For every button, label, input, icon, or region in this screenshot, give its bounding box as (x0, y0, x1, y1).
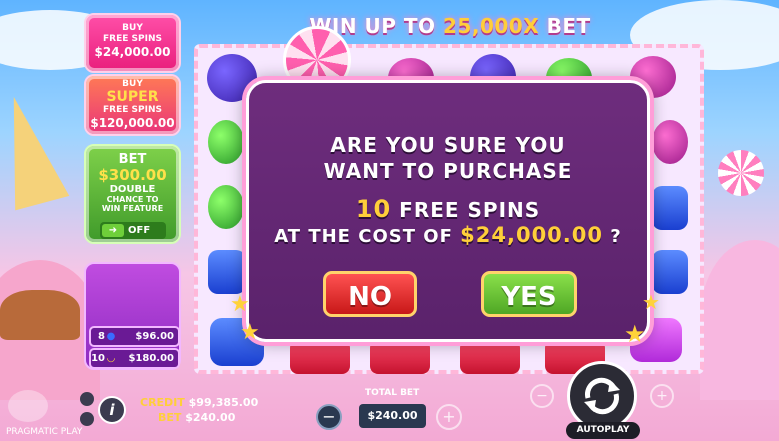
ante-bet-panel: BET $300.00 DOUBLE CHANCE TO WIN FEATURE… (84, 144, 181, 244)
blue-candy-symbol (208, 250, 246, 294)
buy-free-spins-button[interactable]: BUY FREE SPINS $24,000.00 (84, 13, 181, 73)
blue-candy-icon: ● (106, 331, 116, 342)
ante-bet-label: BET (118, 152, 147, 167)
buy-free-spins-price: $24,000.00 (94, 45, 171, 59)
red-heart-symbol (460, 340, 520, 374)
bet-readout: BET $240.00 (158, 411, 235, 424)
bet-decrease-button[interactable]: − (316, 404, 342, 430)
title-highlight: 25,000X (443, 14, 540, 38)
autoplay-label: AUTOPLAY (576, 425, 630, 435)
credit-value: $99,385.00 (188, 396, 259, 409)
dialog-line3: 10 FREE SPINS (249, 195, 647, 223)
plus-icon: + (442, 407, 456, 426)
minus-icon: − (322, 407, 336, 426)
quick-increase-button[interactable]: + (650, 384, 674, 408)
dialog-spins-label: FREE SPINS (391, 198, 541, 222)
star-icon: ★ (240, 320, 260, 345)
buy-free-spins-line2: FREE SPINS (103, 34, 162, 44)
settings-menu-icon[interactable] (80, 392, 94, 406)
blue-candy-symbol (652, 186, 688, 230)
red-heart-symbol (370, 340, 430, 374)
ante-line2: CHANCE TO (106, 195, 159, 204)
multiplier-panel: 8 ● $96.00 10 ◡ $180.00 (84, 262, 181, 370)
multiplier-row: 10 ◡ $180.00 (89, 348, 180, 369)
spin-arrows-icon (584, 377, 620, 415)
dialog-cost-prefix: AT THE COST OF (274, 226, 461, 247)
lollipop (718, 150, 764, 196)
total-bet-label: TOTAL BET (365, 388, 420, 398)
blue-candy-symbol (652, 250, 688, 294)
win-up-to-banner: WIN UP TO 25,000X BET (300, 14, 600, 44)
buy-super-free-spins-button[interactable]: BUY SUPER FREE SPINS $120,000.00 (84, 74, 181, 136)
dialog-cost-value: $24,000.00 (460, 223, 603, 247)
star-icon: ★ (624, 320, 646, 348)
dialog-line1: ARE YOU SURE YOU (330, 133, 566, 157)
yes-button[interactable]: YES (481, 271, 577, 317)
multiplier-row: 8 ● $96.00 (89, 326, 180, 347)
star-icon: ★ (230, 292, 250, 317)
no-button[interactable]: NO (323, 271, 417, 317)
pragmatic-logo-icon (8, 390, 48, 422)
bet-increase-button[interactable]: + (436, 404, 462, 430)
toggle-state: OFF (128, 225, 151, 236)
plum-symbol (652, 120, 688, 164)
ante-bet-toggle[interactable]: ➜ OFF (100, 222, 166, 239)
ante-line1: DOUBLE (109, 184, 156, 195)
minus-icon: − (536, 388, 548, 404)
ice-cream-cone (0, 89, 70, 211)
multiplier-count: 10 (91, 353, 105, 364)
total-bet-value: $240.00 (359, 404, 426, 428)
ante-bet-value: $300.00 (98, 166, 167, 184)
multiplier-count: 8 (98, 331, 105, 342)
spin-button[interactable] (567, 361, 637, 431)
cookie-pile (0, 290, 80, 340)
dialog-line2: WANT TO PURCHASE (323, 159, 573, 183)
arrow-right-icon: ➜ (102, 224, 124, 237)
green-candy-symbol (208, 185, 244, 229)
buy-super-line3: FREE SPINS (103, 105, 162, 115)
purchase-confirm-dialog: ARE YOU SURE YOU WANT TO PURCHASE 10 FRE… (246, 80, 650, 342)
sound-icon[interactable] (80, 412, 94, 426)
green-candy-symbol (208, 120, 244, 164)
candy-hill (700, 240, 779, 400)
dialog-line4: AT THE COST OF $24,000.00 ? (249, 223, 647, 247)
title-suffix: BET (539, 14, 591, 38)
buy-super-price: $120,000.00 (90, 116, 175, 130)
multiplier-value: $96.00 (135, 331, 174, 342)
dialog-cost-suffix: ? (603, 226, 622, 247)
red-heart-symbol (290, 340, 350, 374)
info-icon: i (109, 401, 115, 419)
credit-label: CREDIT (140, 396, 185, 409)
brand-label: PRAGMATIC PLAY (6, 427, 83, 437)
autoplay-button[interactable]: AUTOPLAY (566, 422, 640, 439)
plus-icon: + (656, 388, 668, 404)
buy-free-spins-line1: BUY (122, 23, 143, 33)
multiplier-value: $180.00 (128, 353, 174, 364)
banana-icon: ◡ (107, 353, 115, 364)
star-icon: ★ (642, 290, 660, 314)
buy-super-line2: SUPER (106, 89, 159, 105)
dialog-spins-count: 10 (355, 195, 392, 223)
quick-decrease-button[interactable]: − (530, 384, 554, 408)
bet-value: $240.00 (185, 411, 236, 424)
info-button[interactable]: i (98, 396, 126, 424)
credit-readout: CREDIT $99,385.00 (140, 396, 258, 409)
bet-label: BET (158, 411, 182, 424)
ante-line3: WIN FEATURE (101, 204, 164, 213)
